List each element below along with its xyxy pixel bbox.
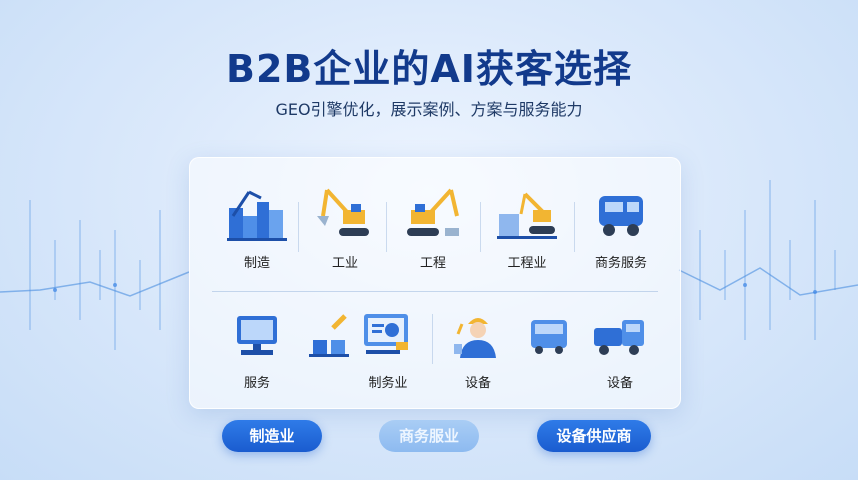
industry-label: 制造 <box>243 256 270 271</box>
excavator-icon <box>407 188 459 236</box>
industry-item-engineering-sector[interactable]: 工程业 <box>484 186 570 271</box>
industry-label: 工程 <box>419 256 446 271</box>
equipment-supplier-button[interactable]: 设备供应商 <box>537 420 651 452</box>
engineer-icon <box>454 318 496 358</box>
tow-truck-icon <box>594 320 644 355</box>
crane-building-icon <box>497 192 557 239</box>
industry-item-business[interactable]: 制务业 <box>345 310 431 391</box>
column-divider <box>432 314 433 364</box>
factory-icon <box>227 190 287 241</box>
bus-icon <box>531 320 567 354</box>
industry-panel: 制造 工业 工程 工程业 商务服务 服务 制务业 设备 设备 <box>189 157 681 409</box>
industry-item-equipment-2[interactable]: 设备 <box>577 310 663 391</box>
excavator-icon <box>317 188 369 236</box>
page-subtitle: GEO引擎优化，展示案例、方案与服务能力 <box>275 100 583 119</box>
computer-icon <box>237 316 277 355</box>
industry-item-industry[interactable]: 工业 <box>302 186 388 271</box>
industry-item-business-services[interactable]: 商务服务 <box>578 186 664 271</box>
industry-label: 商务服务 <box>594 256 647 271</box>
industry-item-engineering[interactable]: 工程 <box>390 186 476 271</box>
column-divider <box>574 202 575 252</box>
manufacturing-button[interactable]: 制造业 <box>222 420 322 452</box>
industry-label: 制务业 <box>368 376 408 391</box>
row-divider <box>212 291 658 292</box>
monitor-chart-icon <box>364 314 408 354</box>
industry-item-manufacturing[interactable]: 制造 <box>214 186 300 271</box>
column-divider <box>480 202 481 252</box>
industry-label: 工程业 <box>507 256 547 271</box>
business-services-button[interactable]: 商务服业 <box>379 420 479 452</box>
industry-label: 设备 <box>606 376 633 391</box>
truck-icon <box>599 196 643 236</box>
industry-label: 工业 <box>331 256 358 271</box>
page-title: B2B企业的AI获客选择 <box>226 47 632 91</box>
